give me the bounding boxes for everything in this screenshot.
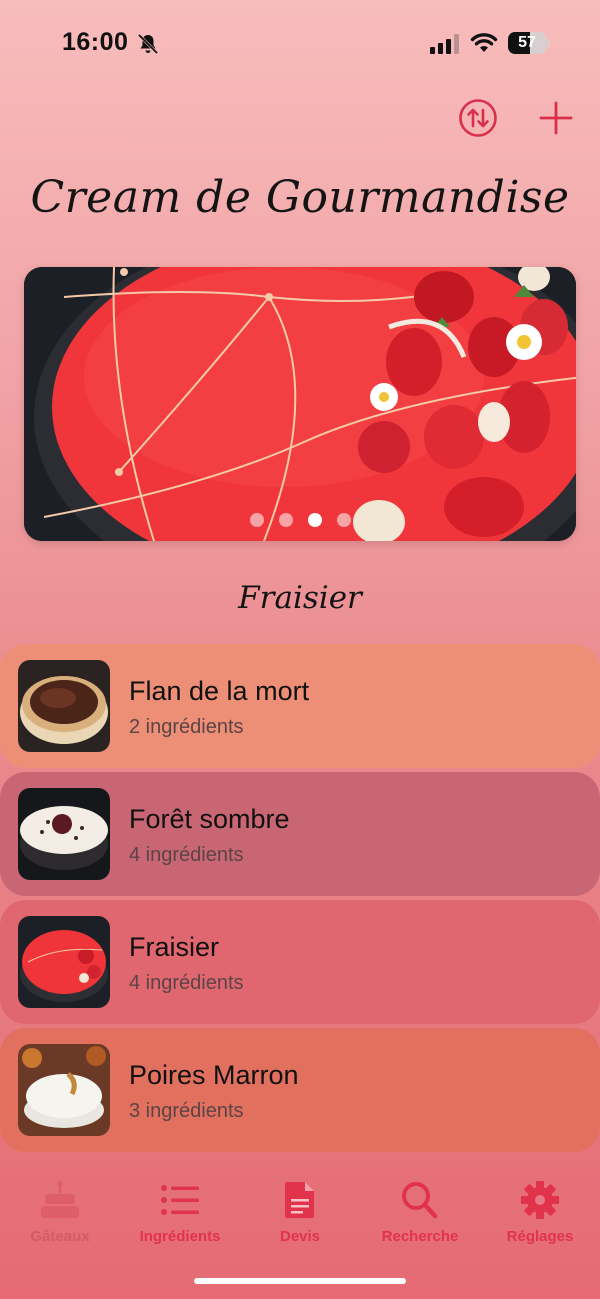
status-time: 16:00: [62, 28, 129, 56]
ingredient-count: 2 ingrédients: [129, 716, 244, 738]
list-item[interactable]: Forêt sombre 4 ingrédients: [0, 772, 600, 896]
list-item[interactable]: Poires Marron 3 ingrédients: [0, 1028, 600, 1152]
gear-icon: [521, 1181, 559, 1219]
carousel-caption: Fraisier: [238, 580, 362, 616]
tab-recherche[interactable]: Recherche: [360, 1180, 480, 1250]
tab-devis[interactable]: Devis: [240, 1180, 360, 1250]
page-dot[interactable]: [278, 513, 293, 527]
page-dot[interactable]: [336, 513, 351, 527]
tab-label: Ingrédients: [139, 1228, 221, 1245]
list-item[interactable]: Flan de la mort 2 ingrédients: [0, 644, 600, 768]
tab-label: Gâteaux: [30, 1228, 90, 1245]
cake-thumbnail: [18, 788, 110, 880]
bell-slash-icon: [137, 33, 159, 55]
home-indicator[interactable]: [194, 1278, 406, 1284]
carousel-cake-image: [24, 267, 576, 541]
battery-indicator: 57: [508, 32, 550, 54]
cellular-signal-icon: [430, 34, 459, 54]
list-item[interactable]: Fraisier 4 ingrédients: [0, 900, 600, 1024]
search-icon: [402, 1182, 438, 1219]
cake-name: Poires Marron: [129, 1060, 299, 1090]
app-title: Cream de Gourmandise: [30, 172, 570, 223]
cake-carousel[interactable]: [24, 267, 576, 541]
ingredient-count: 4 ingrédients: [129, 972, 244, 994]
tab-reglages[interactable]: Réglages: [480, 1180, 600, 1250]
battery-percentage: 57: [518, 34, 536, 51]
document-icon: [285, 1182, 314, 1218]
tab-label: Recherche: [381, 1228, 459, 1245]
cake-thumbnail: [18, 660, 110, 752]
status-bar: 16:00 57: [0, 0, 600, 90]
cake-icon: [41, 1180, 79, 1218]
sort-button[interactable]: [458, 98, 498, 138]
tab-ingredients[interactable]: Ingrédients: [120, 1180, 240, 1250]
cake-name: Fraisier: [129, 932, 220, 962]
cake-name: Flan de la mort: [129, 676, 310, 706]
ingredient-count: 4 ingrédients: [129, 844, 244, 866]
tab-label: Devis: [279, 1228, 321, 1245]
cake-thumbnail: [18, 916, 110, 1008]
wifi-icon: [470, 33, 498, 52]
page-indicator[interactable]: [24, 513, 576, 527]
tab-label: Réglages: [506, 1228, 574, 1245]
tab-gateaux[interactable]: Gâteaux: [0, 1180, 120, 1250]
ingredient-count: 3 ingrédients: [129, 1100, 244, 1122]
cake-name: Forêt sombre: [129, 804, 290, 834]
add-button[interactable]: [536, 98, 576, 138]
list-icon: [161, 1185, 199, 1215]
page-dot[interactable]: [249, 513, 264, 527]
page-dot[interactable]: [307, 513, 322, 527]
cake-thumbnail: [18, 1044, 110, 1136]
